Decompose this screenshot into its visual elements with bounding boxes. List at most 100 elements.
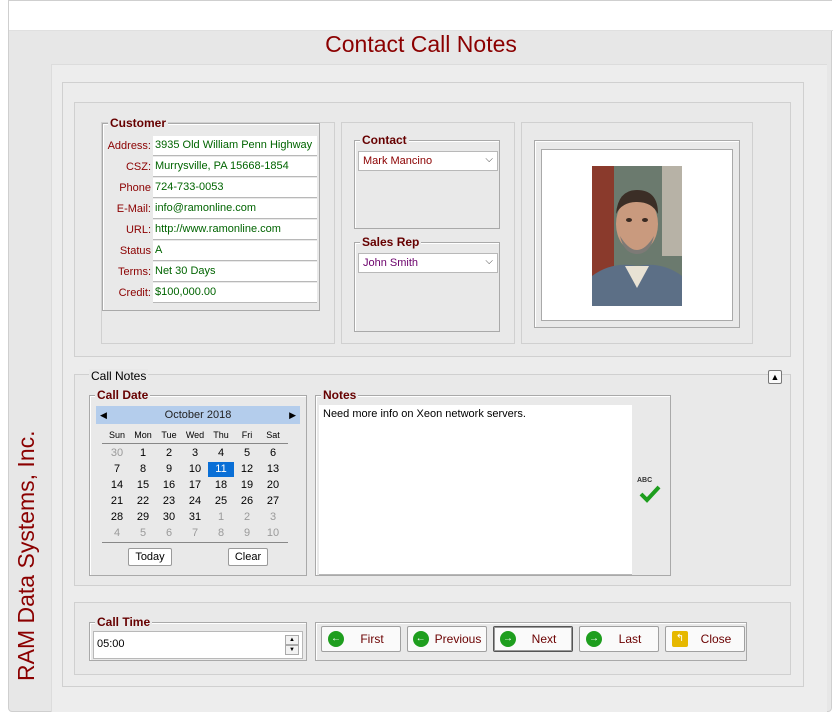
chevron-down-icon[interactable]: ⌵ [485, 256, 493, 267]
customer-field-row: Address: 3935 Old William Penn Highway [103, 136, 319, 157]
call-notes-label: Call Notes [89, 369, 149, 383]
calendar-day[interactable]: 22 [130, 494, 156, 509]
customer-field-label: Terms: [118, 266, 151, 278]
customer-field-row: Terms: Net 30 Days [103, 262, 319, 283]
calendar-day[interactable]: 6 [260, 446, 286, 461]
exit-door-icon: ↰ [672, 631, 688, 647]
customer-field-label: Address: [107, 140, 151, 152]
prev-month-icon[interactable]: ◀ [100, 406, 107, 424]
calendar-day[interactable]: 12 [234, 462, 260, 477]
first-button[interactable]: ← First [321, 626, 401, 652]
contact-group-title: Contact [360, 133, 409, 147]
calendar-day[interactable]: 6 [156, 526, 182, 541]
customer-field-value[interactable]: 3935 Old William Penn Highway [153, 136, 317, 156]
calendar-day-name: Sun [108, 430, 125, 440]
calendar-day[interactable]: 28 [104, 510, 130, 525]
calendar-day[interactable]: 5 [234, 446, 260, 461]
customer-field-label: URL: [125, 224, 151, 236]
customer-field-row: E-Mail: info@ramonline.com [103, 199, 319, 220]
calendar-day[interactable]: 14 [104, 478, 130, 493]
contact-group: Contact Mark Mancino ⌵ [354, 133, 500, 229]
calendar-day[interactable]: 15 [130, 478, 156, 493]
calendar-day[interactable]: 25 [208, 494, 234, 509]
calendar-day[interactable]: 29 [130, 510, 156, 525]
calendar-day[interactable]: 20 [260, 478, 286, 493]
notes-group: Notes Need more info on Xeon network ser… [315, 388, 671, 576]
customer-field-value[interactable]: Murrysville, PA 15668-1854 [153, 157, 317, 177]
customer-field-row: Status A [103, 241, 319, 262]
spellcheck-button[interactable]: ABC [637, 477, 661, 505]
calendar-day[interactable]: 4 [208, 446, 234, 461]
calendar-day[interactable]: 1 [130, 446, 156, 461]
company-name: RAM Data Systems, Inc. [13, 430, 39, 681]
calendar-day[interactable]: 30 [104, 446, 130, 461]
customer-group: Customer Address: 3935 Old William Penn H… [102, 116, 320, 311]
calendar-day[interactable]: 2 [156, 446, 182, 461]
customer-field-value[interactable]: A [153, 241, 317, 261]
calendar-day-name: Sat [266, 430, 280, 440]
customer-field-label: E-Mail: [116, 203, 151, 215]
calendar-day[interactable]: 2 [234, 510, 260, 525]
outer-frame: Customer Address: 3935 Old William Penn H… [62, 82, 804, 687]
calendar-day[interactable]: 30 [156, 510, 182, 525]
calendar-day[interactable]: 8 [130, 462, 156, 477]
chevron-down-icon[interactable]: ⌵ [485, 154, 493, 165]
calendar-day[interactable]: 13 [260, 462, 286, 477]
calendar-day[interactable]: 9 [156, 462, 182, 477]
calendar-day[interactable]: 27 [260, 494, 286, 509]
calendar-day[interactable]: 23 [156, 494, 182, 509]
spin-up-icon[interactable]: ▲ [285, 635, 299, 645]
contact-photo [592, 166, 682, 306]
calendar-day[interactable]: 11 [208, 462, 234, 477]
next-button[interactable]: → Next [493, 626, 573, 652]
calendar-day[interactable]: 3 [182, 446, 208, 461]
contact-select[interactable]: Mark Mancino ⌵ [358, 151, 498, 171]
call-time-input[interactable]: 05:00 ▲ ▼ [93, 631, 303, 659]
customer-field-value[interactable]: http://www.ramonline.com [153, 220, 317, 240]
calendar-day[interactable]: 16 [156, 478, 182, 493]
sales-rep-select-value: John Smith [363, 257, 419, 269]
customer-field-label: Phone [119, 182, 151, 194]
calendar-day[interactable]: 1 [208, 510, 234, 525]
last-button[interactable]: → Last [579, 626, 659, 652]
calendar-day[interactable]: 26 [234, 494, 260, 509]
customer-field-value[interactable]: 724-733-0053 [153, 178, 317, 198]
calendar-day[interactable]: 7 [182, 526, 208, 541]
spin-down-icon[interactable]: ▼ [285, 645, 299, 655]
customer-box: Customer Address: 3935 Old William Penn H… [101, 116, 335, 344]
calendar-day[interactable]: 9 [234, 526, 260, 541]
call-time-group: Call Time 05:00 ▲ ▼ [89, 615, 307, 661]
notes-textarea[interactable]: Need more info on Xeon network servers. [319, 405, 632, 575]
time-spinner[interactable]: ▲ ▼ [285, 635, 299, 656]
calendar-day[interactable]: 5 [130, 526, 156, 541]
calendar-day[interactable]: 4 [104, 526, 130, 541]
next-month-icon[interactable]: ▶ [289, 406, 296, 424]
arrow-right-icon: → [500, 631, 516, 647]
calendar-day[interactable]: 10 [182, 462, 208, 477]
calendar-day[interactable]: 3 [260, 510, 286, 525]
customer-field-label: Credit: [118, 287, 151, 299]
calendar-day[interactable]: 24 [182, 494, 208, 509]
calendar-day[interactable]: 8 [208, 526, 234, 541]
customer-field-value[interactable]: Net 30 Days [153, 262, 317, 282]
title-bar [9, 1, 833, 31]
close-button[interactable]: ↰ Close [665, 626, 745, 652]
calendar-day[interactable]: 7 [104, 462, 130, 477]
customer-field-value[interactable]: $100,000.00 [153, 283, 317, 303]
previous-button[interactable]: ← Previous [407, 626, 487, 652]
clear-button[interactable]: Clear [228, 548, 268, 566]
today-button[interactable]: Today [128, 548, 172, 566]
call-time-group-title: Call Time [95, 615, 153, 629]
sales-rep-select[interactable]: John Smith ⌵ [358, 253, 498, 273]
calendar-day[interactable]: 31 [182, 510, 208, 525]
calendar-day[interactable]: 21 [104, 494, 130, 509]
calendar-day[interactable]: 10 [260, 526, 286, 541]
calendar-day[interactable]: 19 [234, 478, 260, 493]
collapse-icon[interactable]: ▲ [768, 370, 782, 384]
calendar-day[interactable]: 18 [208, 478, 234, 493]
customer-field-label: CSZ: [125, 161, 151, 173]
customer-field-value[interactable]: info@ramonline.com [153, 199, 317, 219]
calendar-day[interactable]: 17 [182, 478, 208, 493]
sales-rep-group: Sales Rep John Smith ⌵ [354, 235, 500, 332]
customer-field-row: Credit: $100,000.00 [103, 283, 319, 304]
